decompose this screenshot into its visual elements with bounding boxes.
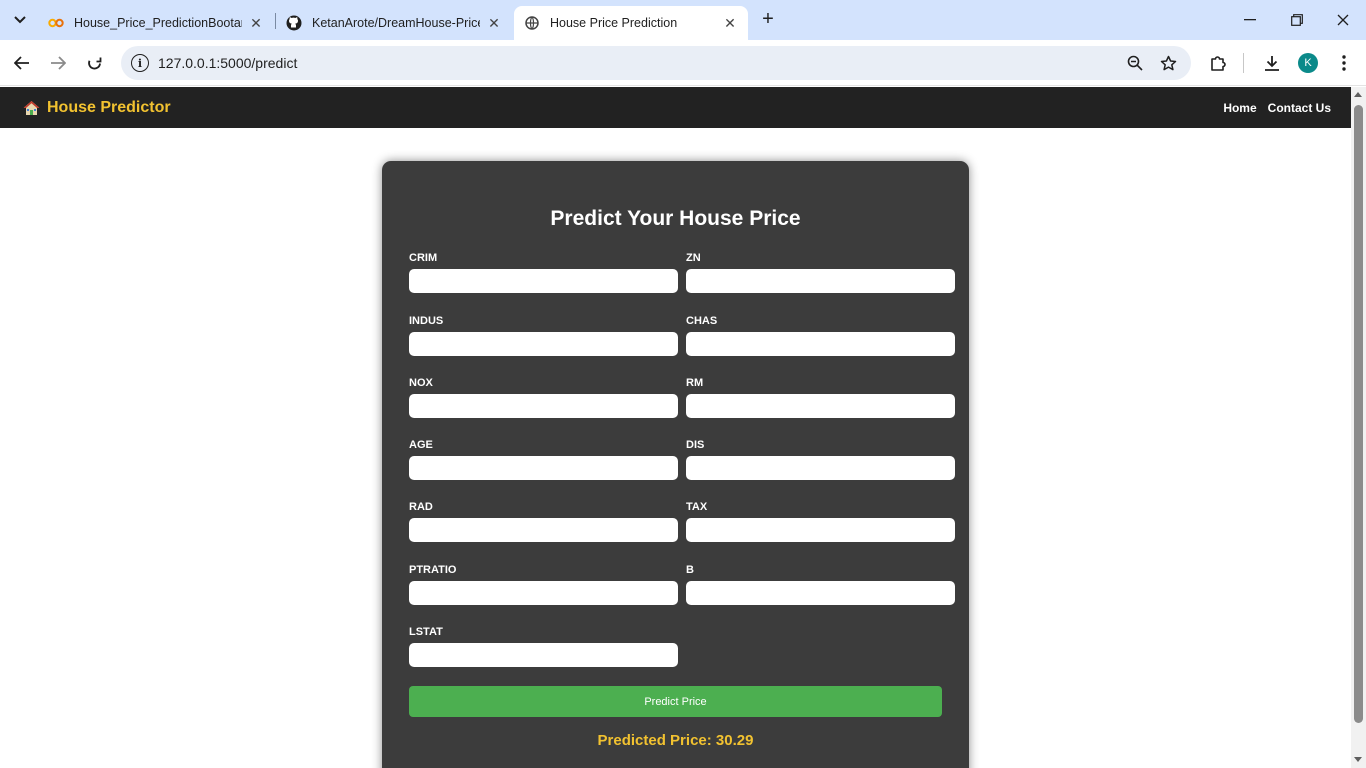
colab-icon [48, 15, 64, 31]
close-window-icon[interactable] [1331, 8, 1355, 32]
tab-title: House_Price_PredictionBootamp [74, 16, 242, 30]
url-text: 127.0.0.1:5000/predict [158, 55, 298, 71]
predict-price-button[interactable]: Predict Price [409, 686, 942, 717]
minimize-icon[interactable] [1238, 8, 1262, 32]
b-input[interactable] [686, 581, 955, 605]
nav-link-home[interactable]: Home [1223, 101, 1256, 115]
bookmark-star-icon[interactable] [1158, 53, 1178, 73]
field-label-crim: CRIM [409, 252, 438, 264]
zoom-icon[interactable] [1125, 53, 1145, 73]
new-tab-icon[interactable]: + [758, 9, 778, 30]
ptratio-input[interactable] [409, 581, 678, 605]
browser-tab-colab[interactable]: House_Price_PredictionBootamp ✕ [38, 6, 274, 40]
field-label-chas: CHAS [686, 315, 718, 327]
forward-arrow-icon[interactable] [46, 51, 70, 75]
indus-input[interactable] [409, 332, 678, 356]
more-menu-icon[interactable] [1332, 51, 1356, 75]
field-label-rad: RAD [409, 501, 433, 513]
field-label-lstat: LSTAT [409, 626, 443, 638]
field-label-nox: NOX [409, 377, 433, 389]
form-title: Predict Your House Price [550, 207, 801, 230]
house-icon [23, 101, 40, 115]
brand-link[interactable]: House Predictor [23, 99, 171, 117]
field-label-age: AGE [409, 439, 433, 451]
github-icon [286, 15, 302, 31]
lstat-input[interactable] [409, 643, 678, 667]
brand-name: House Predictor [47, 99, 171, 116]
site-info-icon[interactable]: i [131, 54, 149, 72]
nav-links: Home Contact Us [1223, 101, 1331, 115]
scroll-down-arrow-icon[interactable] [1354, 757, 1362, 762]
download-icon[interactable] [1260, 51, 1284, 75]
close-tab-icon[interactable]: ✕ [722, 15, 738, 31]
tab-title: KetanArote/DreamHouse-Price- [312, 16, 480, 30]
nav-link-contact-us[interactable]: Contact Us [1268, 101, 1331, 115]
site-navbar: House Predictor Home Contact Us [0, 87, 1351, 128]
toolbar-divider [1243, 53, 1244, 73]
field-label-zn: ZN [686, 252, 701, 264]
rad-input[interactable] [409, 518, 678, 542]
tab-search-chevron-icon[interactable] [6, 6, 34, 34]
field-label-indus: INDUS [409, 315, 444, 327]
predicted-price-result: Predicted Price: 30.29 [597, 732, 754, 749]
field-label-tax: TAX [686, 501, 708, 513]
field-label-dis: DIS [686, 439, 705, 451]
scrollbar-thumb[interactable] [1354, 105, 1363, 723]
tab-title: House Price Prediction [550, 16, 678, 30]
close-tab-icon[interactable]: ✕ [486, 15, 502, 31]
browser-toolbar: i 127.0.0.1:5000/predict K [0, 40, 1366, 86]
field-label-ptratio: PTRATIO [409, 564, 457, 576]
scroll-up-arrow-icon[interactable] [1354, 92, 1362, 97]
crim-input[interactable] [409, 269, 678, 293]
close-tab-icon[interactable]: ✕ [248, 15, 264, 31]
tax-input[interactable] [686, 518, 955, 542]
zn-input[interactable] [686, 269, 955, 293]
age-input[interactable] [409, 456, 678, 480]
extensions-puzzle-icon[interactable] [1206, 51, 1230, 75]
reload-icon[interactable] [82, 51, 106, 75]
dis-input[interactable] [686, 456, 955, 480]
browser-tab-github[interactable]: KetanArote/DreamHouse-Price- ✕ [276, 6, 512, 40]
browser-tab-bar: House_Price_PredictionBootamp ✕ KetanAro… [0, 0, 1366, 40]
back-arrow-icon[interactable] [10, 51, 34, 75]
prediction-form-card: Predict Your House Price CRIM ZN INDUS C… [382, 161, 969, 768]
restore-icon[interactable] [1285, 8, 1309, 32]
rm-input[interactable] [686, 394, 955, 418]
address-bar[interactable]: i 127.0.0.1:5000/predict [121, 46, 1191, 80]
browser-tab-house-price[interactable]: House Price Prediction ✕ [514, 6, 748, 40]
nox-input[interactable] [409, 394, 678, 418]
profile-avatar[interactable]: K [1298, 53, 1318, 73]
chas-input[interactable] [686, 332, 955, 356]
field-label-rm: RM [686, 377, 704, 389]
page-scrollbar[interactable] [1351, 87, 1366, 768]
field-label-b: B [686, 564, 694, 576]
globe-icon [524, 15, 540, 31]
page-viewport: House Predictor Home Contact Us Predict … [0, 87, 1351, 768]
